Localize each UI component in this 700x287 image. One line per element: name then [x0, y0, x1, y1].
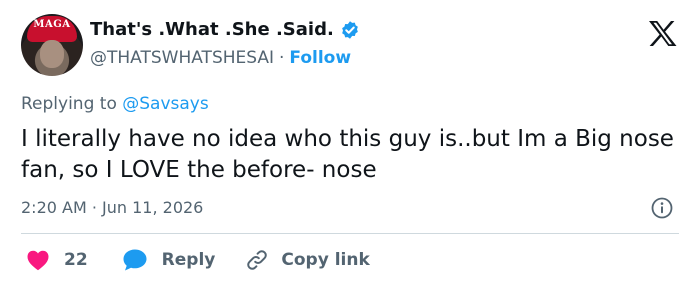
action-bar: 22 Reply Copy link	[26, 246, 370, 274]
avatar[interactable]: MAGA	[21, 14, 83, 76]
speech-bubble-icon	[123, 249, 147, 271]
separator-dot: ·	[279, 48, 285, 68]
avatar-face	[40, 40, 64, 68]
x-logo-icon[interactable]	[648, 20, 678, 47]
verified-badge-icon	[341, 20, 358, 39]
avatar-hat-text: MAGA	[33, 19, 71, 30]
reply-context: Replying to @Savsays	[21, 94, 209, 114]
tweet-timestamp[interactable]: 2:20 AM · Jun 11, 2026	[21, 198, 203, 217]
heart-icon	[27, 250, 49, 271]
link-icon	[247, 250, 268, 270]
reply-context-prefix: Replying to	[21, 94, 117, 114]
follow-button[interactable]: Follow	[289, 48, 351, 68]
like-count: 22	[64, 250, 88, 270]
author-handle[interactable]: @THATSWHATSHESAI	[90, 48, 274, 68]
tweet-text: I literally have no idea who this guy is…	[21, 126, 674, 183]
reply-label: Reply	[161, 250, 216, 270]
reply-button[interactable]: Reply	[122, 248, 216, 272]
author-handle-row: @THATSWHATSHESAI · Follow	[90, 48, 351, 68]
copy-link-label: Copy link	[281, 250, 370, 270]
reply-mention-link[interactable]: @Savsays	[122, 94, 208, 114]
author-display-name[interactable]: That's .What .She .Said.	[90, 19, 334, 40]
info-icon[interactable]	[651, 197, 673, 219]
like-button[interactable]: 22	[26, 249, 88, 271]
author-name-row: That's .What .She .Said.	[90, 19, 360, 40]
avatar-hat: MAGA	[27, 16, 77, 42]
divider	[21, 233, 679, 234]
copy-link-button[interactable]: Copy link	[245, 248, 370, 272]
